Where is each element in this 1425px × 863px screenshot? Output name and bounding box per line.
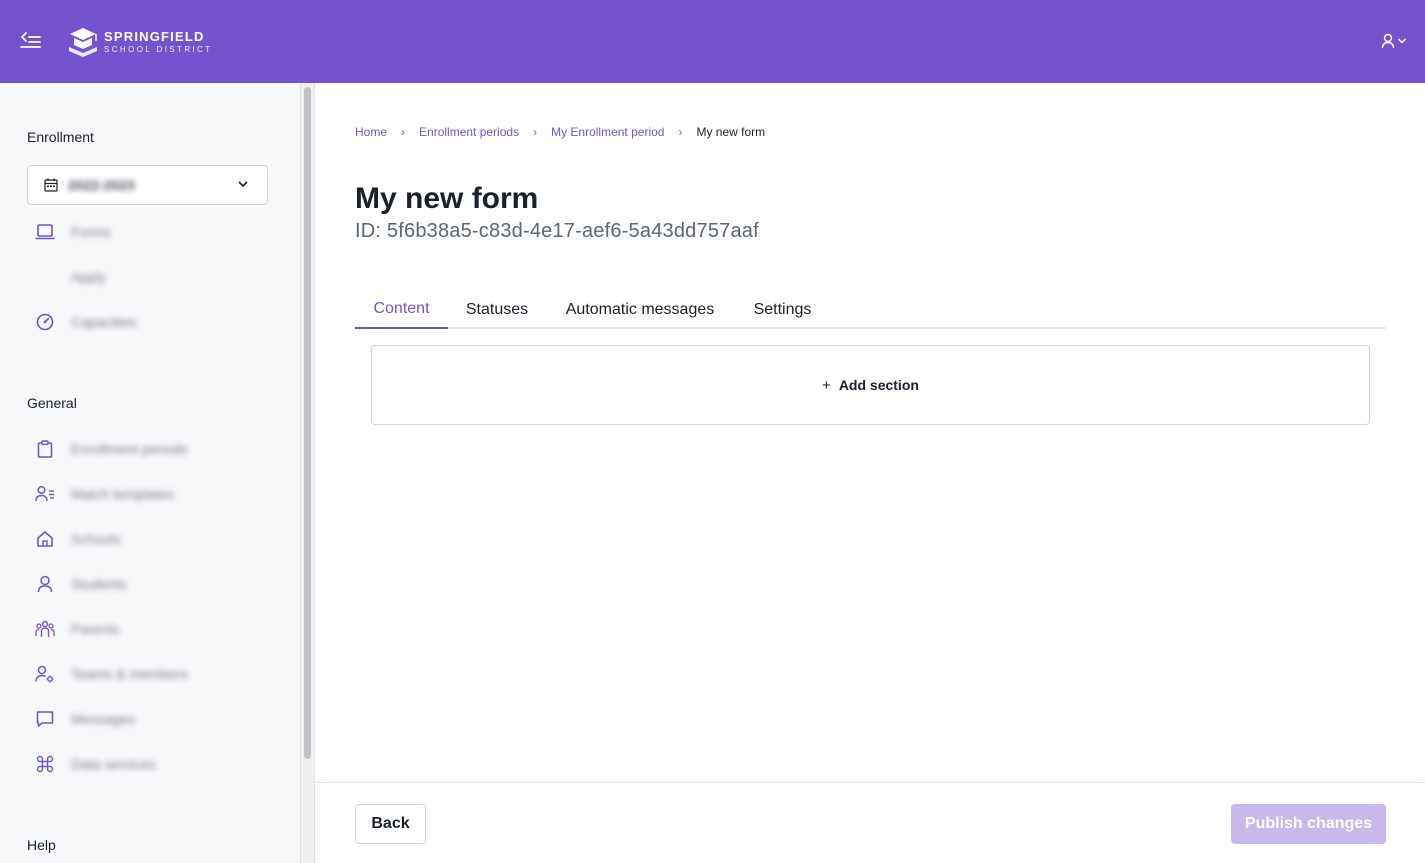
sidebar-item-label: Messages xyxy=(71,711,135,727)
sidebar-item-label: Schools xyxy=(71,531,121,547)
sidebar-item-label: Enrollment periods xyxy=(71,441,188,457)
sidebar-item-label: Teams & members xyxy=(71,666,188,682)
sidebar-item-label: Parents xyxy=(71,621,120,637)
sidebar-item-capacities[interactable]: Capacities xyxy=(34,307,284,337)
laptop-icon xyxy=(34,221,56,243)
plus-icon: + xyxy=(822,376,831,394)
command-icon xyxy=(34,753,56,775)
breadcrumb-home[interactable]: Home xyxy=(355,125,387,139)
sidebar-item-label: Apply xyxy=(71,269,107,285)
group-icon xyxy=(34,618,56,640)
sidebar-item-label: Forms xyxy=(71,224,111,240)
sidebar-item-forms[interactable]: Forms xyxy=(34,217,284,247)
sidebar-scrollbar[interactable] xyxy=(300,83,315,863)
breadcrumb-separator: › xyxy=(678,125,683,139)
top-bar: SPRINGFIELD SCHOOL DISTRICT xyxy=(0,0,1425,83)
gauge-icon xyxy=(34,311,56,333)
sidebar-item-schools[interactable]: Schools xyxy=(34,524,284,554)
breadcrumb-current: My new form xyxy=(696,125,766,139)
sidebar-item-parents[interactable]: Parents xyxy=(34,614,284,644)
add-section-label: Add section xyxy=(838,377,919,393)
sidebar-item-label: Match templates xyxy=(71,486,174,502)
breadcrumb-my-enrollment-period[interactable]: My Enrollment period xyxy=(551,125,664,139)
logo-book-icon xyxy=(69,28,97,57)
sidebar: Enrollment 2022-2023 Forms Apply Capacit… xyxy=(0,83,300,863)
sidebar-item-messages[interactable]: Messages xyxy=(34,704,284,734)
collapse-sidebar-icon[interactable] xyxy=(18,29,44,53)
tab-automatic-messages[interactable]: Automatic messages xyxy=(546,290,734,329)
general-section-label: General xyxy=(27,395,77,411)
user-menu-button[interactable] xyxy=(1381,30,1407,52)
page-title: My new form xyxy=(355,182,539,215)
sidebar-scrollbar-thumb[interactable] xyxy=(304,87,311,759)
add-section-button[interactable]: + Add section xyxy=(371,345,1370,425)
breadcrumb-enrollment-periods[interactable]: Enrollment periods xyxy=(419,125,519,139)
logo-title: SPRINGFIELD xyxy=(104,29,205,44)
sidebar-item-apply[interactable]: Apply xyxy=(34,262,284,292)
clipboard-icon xyxy=(34,438,56,460)
sidebar-item-teams-members[interactable]: Teams & members xyxy=(34,659,284,689)
user-gear-icon xyxy=(34,663,56,685)
breadcrumb-separator: › xyxy=(401,125,406,139)
tab-statuses[interactable]: Statuses xyxy=(448,290,546,329)
user-icon xyxy=(34,573,56,595)
year-select-value: 2022-2023 xyxy=(68,177,135,193)
back-button[interactable]: Back xyxy=(355,804,426,844)
logo-subtitle: SCHOOL DISTRICT xyxy=(104,45,213,54)
district-logo[interactable]: SPRINGFIELD SCHOOL DISTRICT xyxy=(66,24,213,60)
breadcrumb-separator: › xyxy=(533,125,538,139)
year-select[interactable]: 2022-2023 xyxy=(27,165,268,205)
calendar-icon xyxy=(44,178,58,192)
sidebar-item-data-services[interactable]: Data services xyxy=(34,749,284,779)
enrollment-section-label: Enrollment xyxy=(27,129,94,145)
home-icon xyxy=(34,528,56,550)
breadcrumb: Home › Enrollment periods › My Enrollmen… xyxy=(355,124,765,140)
sidebar-item-label: Data services xyxy=(71,756,156,772)
publish-changes-button[interactable]: Publish changes xyxy=(1231,804,1386,844)
chevron-down-icon xyxy=(238,181,248,188)
sidebar-item-students[interactable]: Students xyxy=(34,569,284,599)
sidebar-item-match-templates[interactable]: Match templates xyxy=(34,479,284,509)
message-icon xyxy=(34,708,56,730)
user-list-icon xyxy=(34,483,56,505)
tab-content[interactable]: Content xyxy=(355,290,448,329)
sidebar-item-label: Capacities xyxy=(71,314,137,330)
help-link[interactable]: Help xyxy=(27,837,56,853)
chevron-down-icon xyxy=(1398,38,1406,44)
sidebar-item-label: Students xyxy=(71,576,127,592)
tab-bar: Content Statuses Automatic messages Sett… xyxy=(355,290,1386,329)
sidebar-item-enrollment-periods[interactable]: Enrollment periods xyxy=(34,434,284,464)
form-id: ID: 5f6b38a5-c83d-4e17-aef6-5a43dd757aaf xyxy=(355,220,759,242)
footer-bar: Back Publish changes xyxy=(315,782,1425,863)
user-icon xyxy=(1381,33,1395,49)
tab-settings[interactable]: Settings xyxy=(734,290,831,329)
